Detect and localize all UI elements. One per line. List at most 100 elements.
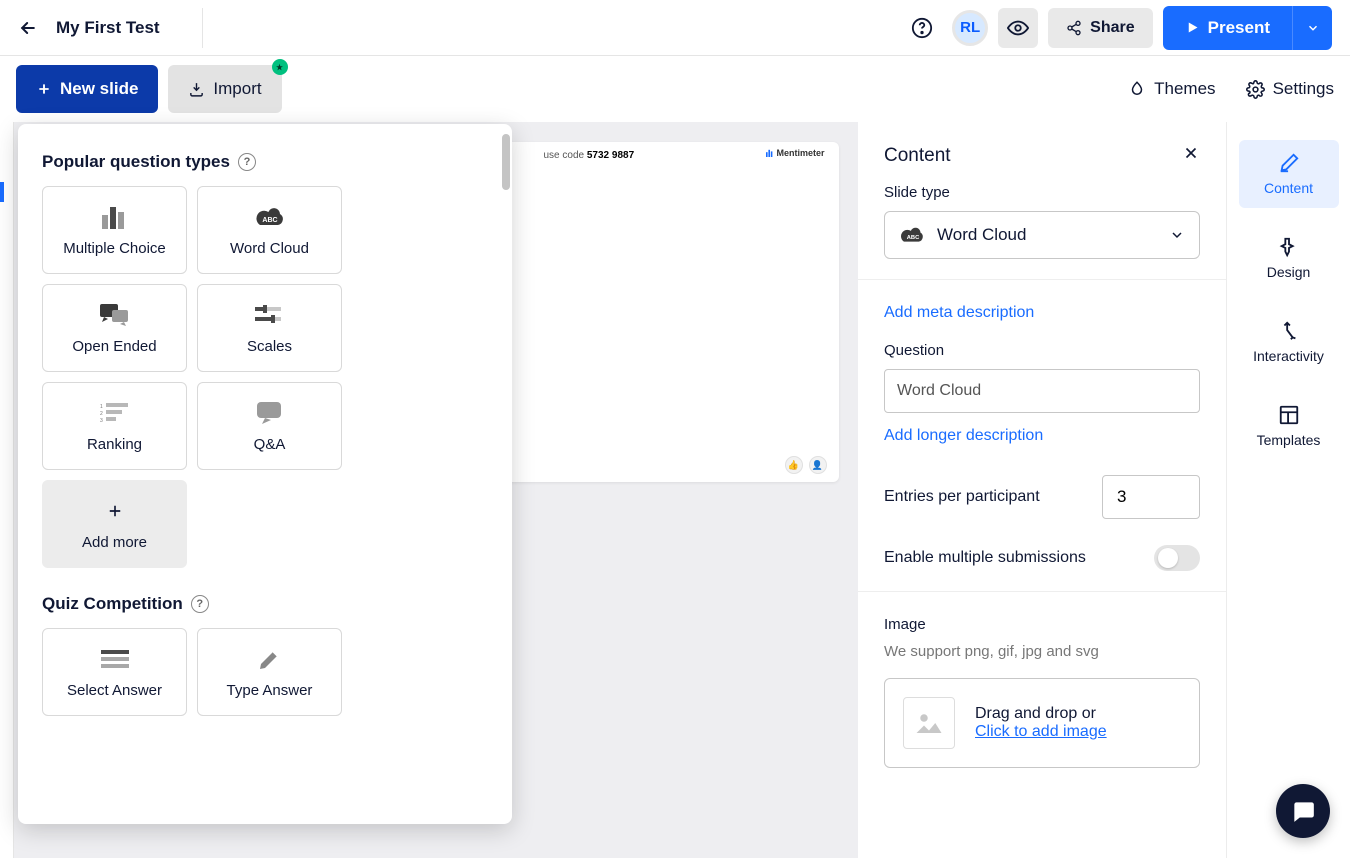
code-prefix: use code bbox=[544, 150, 585, 161]
section2-title: Quiz Competition bbox=[42, 594, 183, 614]
toolbar-right: Themes Settings bbox=[1128, 79, 1334, 99]
title-divider bbox=[202, 8, 203, 48]
slides-rail bbox=[0, 122, 14, 858]
image-subtext: We support png, gif, jpg and svg bbox=[884, 643, 1200, 660]
rail-tab-templates[interactable]: Templates bbox=[1239, 392, 1339, 460]
settings-label: Settings bbox=[1273, 79, 1334, 99]
tile-ranking[interactable]: 123 Ranking bbox=[42, 382, 187, 470]
entries-input[interactable] bbox=[1102, 475, 1200, 519]
plus-icon bbox=[36, 81, 52, 97]
tile-select-answer[interactable]: Select Answer bbox=[42, 628, 187, 716]
tile-type-answer[interactable]: Type Answer bbox=[197, 628, 342, 716]
preview-icon[interactable] bbox=[998, 8, 1038, 48]
brand-name: Mentimeter bbox=[776, 148, 824, 158]
present-button[interactable]: Present bbox=[1163, 6, 1292, 50]
rail-tab-label: Templates bbox=[1257, 432, 1321, 448]
tile-word-cloud[interactable]: ABC Word Cloud bbox=[197, 186, 342, 274]
presentation-title[interactable]: My First Test bbox=[56, 18, 160, 38]
thumbs-up-icon[interactable]: 👍 bbox=[785, 456, 803, 474]
help-chat-button[interactable] bbox=[1276, 784, 1330, 838]
pin-icon bbox=[1278, 236, 1300, 258]
chevron-down-icon bbox=[1306, 21, 1320, 35]
tile-open-ended[interactable]: Open Ended bbox=[42, 284, 187, 372]
tile-label: Add more bbox=[82, 534, 147, 551]
close-icon bbox=[1182, 144, 1200, 162]
present-label: Present bbox=[1208, 18, 1270, 38]
help-circle-icon[interactable]: ? bbox=[191, 595, 209, 613]
header-right: RL Share Present bbox=[902, 6, 1332, 50]
new-slide-popover: Popular question types ? Multiple Choice… bbox=[18, 124, 512, 824]
content-panel: Content Slide type ABC Word Cloud Add me… bbox=[858, 122, 1226, 858]
import-button[interactable]: Import bbox=[168, 65, 281, 113]
present-button-group: Present bbox=[1163, 6, 1332, 50]
quiz-competition-heading: Quiz Competition ? bbox=[42, 594, 488, 614]
themes-link[interactable]: Themes bbox=[1128, 79, 1215, 99]
toolbar-left: New slide Import bbox=[16, 65, 282, 113]
rail-tab-content[interactable]: Content bbox=[1239, 140, 1339, 208]
settings-link[interactable]: Settings bbox=[1246, 79, 1334, 99]
person-icon[interactable]: 👤 bbox=[809, 456, 827, 474]
interactivity-icon bbox=[1278, 320, 1300, 342]
tile-multiple-choice[interactable]: Multiple Choice bbox=[42, 186, 187, 274]
slide-type-value: Word Cloud bbox=[937, 225, 1026, 245]
help-circle-icon[interactable]: ? bbox=[238, 153, 256, 171]
entries-label: Entries per participant bbox=[884, 488, 1040, 506]
question-input[interactable] bbox=[884, 369, 1200, 413]
rail-tab-interactivity[interactable]: Interactivity bbox=[1239, 308, 1339, 376]
question-label: Question bbox=[884, 342, 1200, 359]
rail-tab-label: Interactivity bbox=[1253, 348, 1324, 364]
edit-icon bbox=[1278, 152, 1300, 174]
slide-type-select[interactable]: ABC Word Cloud bbox=[884, 211, 1200, 259]
popover-scrollbar[interactable] bbox=[502, 134, 510, 190]
tile-scales[interactable]: Scales bbox=[197, 284, 342, 372]
add-longer-description-link[interactable]: Add longer description bbox=[884, 427, 1200, 445]
tile-label: Word Cloud bbox=[230, 240, 309, 257]
help-icon[interactable] bbox=[902, 8, 942, 48]
image-drop-text: Drag and drop or Click to add image bbox=[975, 705, 1107, 741]
rail-tab-design[interactable]: Design bbox=[1239, 224, 1339, 292]
present-dropdown-button[interactable] bbox=[1292, 6, 1332, 50]
svg-text:ABC: ABC bbox=[262, 217, 277, 224]
new-slide-button[interactable]: New slide bbox=[16, 65, 158, 113]
toolbar: New slide Import Themes Settings bbox=[0, 56, 1350, 122]
themes-label: Themes bbox=[1154, 79, 1215, 99]
new-slide-label: New slide bbox=[60, 79, 138, 99]
section1-title: Popular question types bbox=[42, 152, 230, 172]
add-meta-description-link[interactable]: Add meta description bbox=[884, 304, 1034, 321]
back-arrow-icon[interactable] bbox=[18, 18, 38, 38]
rail-tab-label: Design bbox=[1267, 264, 1311, 280]
tile-qa[interactable]: Q&A bbox=[197, 382, 342, 470]
rail-tab-label: Content bbox=[1264, 180, 1313, 196]
share-button[interactable]: Share bbox=[1048, 8, 1152, 48]
svg-text:2: 2 bbox=[100, 411, 103, 417]
tile-label: Select Answer bbox=[67, 682, 162, 699]
popular-question-types-heading: Popular question types ? bbox=[42, 152, 488, 172]
tile-label: Scales bbox=[247, 338, 292, 355]
import-new-badge bbox=[272, 59, 288, 75]
share-icon bbox=[1066, 20, 1082, 36]
tile-label: Type Answer bbox=[227, 682, 313, 699]
panel-title: Content bbox=[884, 145, 951, 167]
quiz-type-grid: Select Answer Type Answer bbox=[42, 628, 488, 716]
question-type-grid: Multiple Choice ABC Word Cloud Open Ende… bbox=[42, 186, 488, 568]
click-to-add-image-link[interactable]: Click to add image bbox=[975, 723, 1107, 740]
image-drop-line1: Drag and drop or bbox=[975, 705, 1096, 722]
panel-header: Content bbox=[858, 122, 1226, 184]
image-section-label: Image bbox=[884, 616, 1200, 633]
chevron-down-icon bbox=[1169, 227, 1185, 243]
themes-icon bbox=[1128, 80, 1146, 98]
tile-add-more[interactable]: Add more bbox=[42, 480, 187, 568]
image-dropzone[interactable]: Drag and drop or Click to add image bbox=[884, 678, 1200, 768]
svg-text:ABC: ABC bbox=[907, 235, 919, 241]
panel-close-button[interactable] bbox=[1182, 144, 1200, 168]
multi-submissions-label: Enable multiple submissions bbox=[884, 549, 1086, 567]
templates-icon bbox=[1278, 404, 1300, 426]
svg-text:3: 3 bbox=[100, 418, 103, 424]
share-label: Share bbox=[1090, 19, 1134, 37]
user-avatar[interactable]: RL bbox=[952, 10, 988, 46]
header-left: My First Test bbox=[18, 8, 203, 48]
slide-join-code: use code 5732 9887 bbox=[544, 150, 635, 161]
gear-icon bbox=[1246, 80, 1265, 99]
import-icon bbox=[188, 81, 205, 98]
multi-submissions-toggle[interactable] bbox=[1154, 545, 1200, 571]
